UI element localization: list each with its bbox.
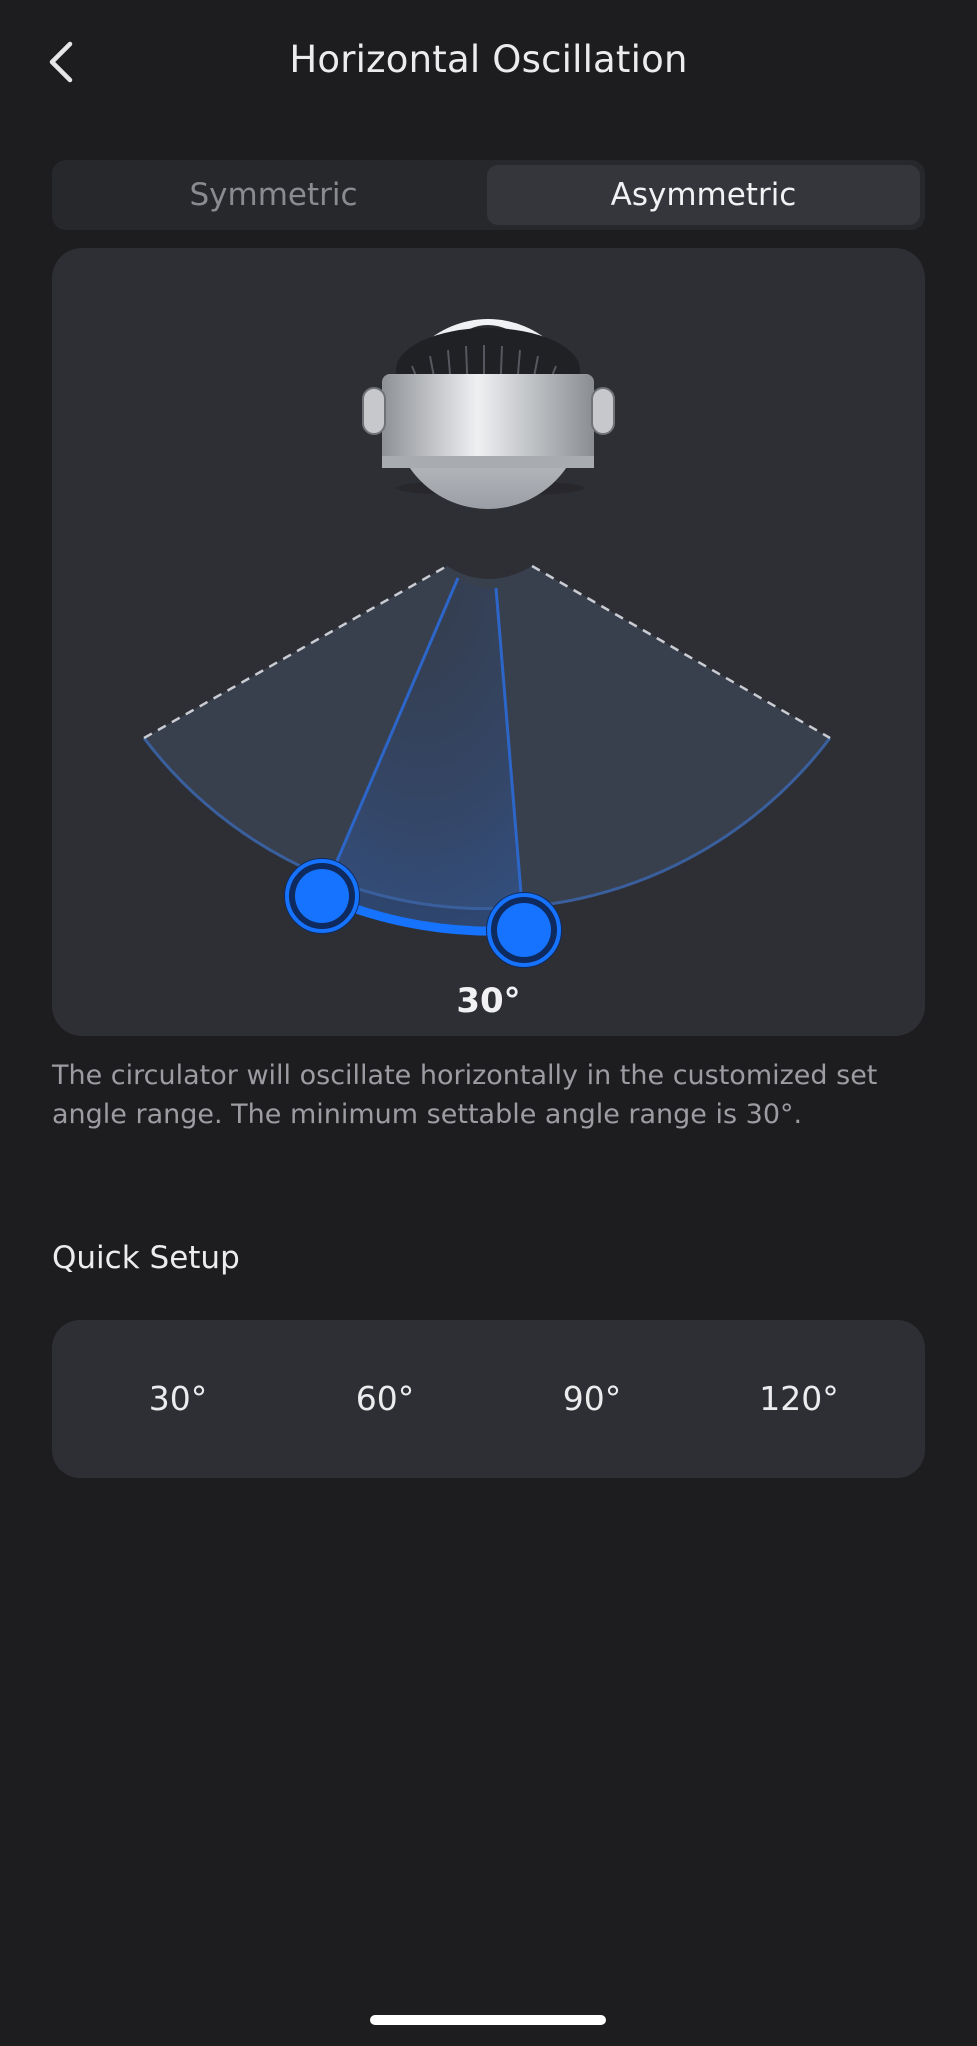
fan-circulator-icon <box>362 319 615 509</box>
quick-option-30[interactable]: 30° <box>98 1320 258 1478</box>
quick-setup-panel: 30° 60° 90° 120° <box>52 1320 925 1478</box>
oscillation-description: The circulator will oscillate horizontal… <box>52 1060 878 1130</box>
range-start-handle[interactable] <box>284 858 360 934</box>
quick-option-60[interactable]: 60° <box>305 1320 465 1478</box>
quick-option-90[interactable]: 90° <box>512 1320 672 1478</box>
oscillation-range-graphic <box>142 564 832 936</box>
angle-readout: 30° <box>456 981 521 1021</box>
home-indicator[interactable] <box>370 2015 606 2025</box>
header-bar: Horizontal Oscillation <box>0 0 977 130</box>
tab-symmetric[interactable]: Symmetric <box>57 165 490 225</box>
tab-asymmetric[interactable]: Asymmetric <box>487 165 920 225</box>
oscillation-panel: 30° <box>52 248 925 1036</box>
mode-segmented-control: Symmetric Asymmetric <box>52 160 925 230</box>
page-title: Horizontal Oscillation <box>289 38 688 81</box>
quick-option-120[interactable]: 120° <box>719 1320 879 1478</box>
range-end-handle[interactable] <box>486 892 562 968</box>
quick-setup-title: Quick Setup <box>52 1240 240 1276</box>
